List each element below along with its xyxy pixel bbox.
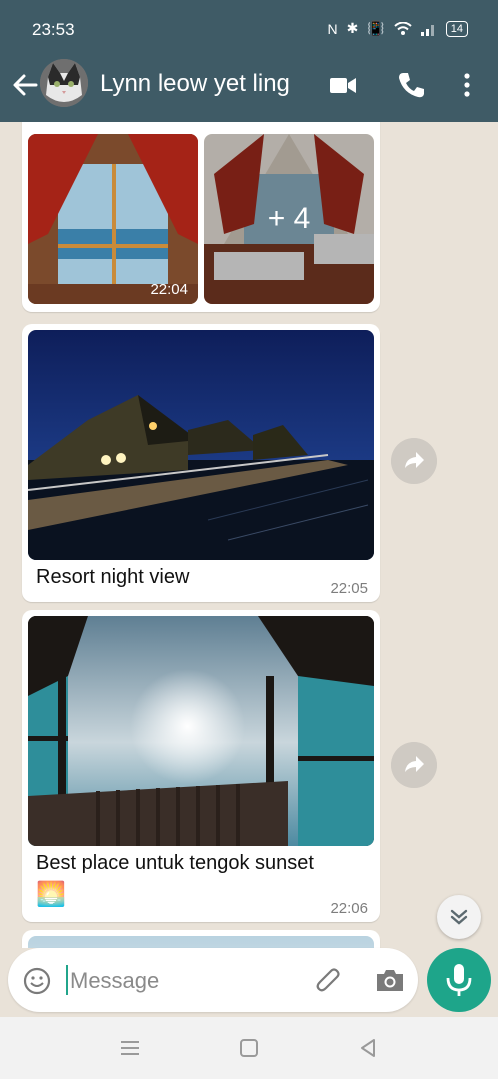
- sunset-emoji: 🌅: [36, 881, 66, 908]
- message-composer: [8, 948, 418, 1012]
- contact-name[interactable]: Lynn leow yet ling: [100, 70, 290, 98]
- album-photo[interactable]: 22:04: [28, 134, 198, 304]
- attach-icon[interactable]: [314, 966, 344, 996]
- avatar[interactable]: [40, 59, 88, 107]
- message-photo[interactable]: [28, 616, 374, 846]
- microphone-icon: [446, 964, 472, 996]
- home-nav-icon[interactable]: [238, 1037, 260, 1059]
- camera-icon[interactable]: [374, 965, 406, 995]
- message-caption: Best place untuk tengok sunset: [36, 852, 314, 874]
- vibrate-icon: 📳: [367, 20, 385, 36]
- video-call-icon[interactable]: [328, 70, 358, 100]
- message-time: 22:05: [330, 580, 368, 597]
- wifi-icon: [394, 21, 412, 35]
- message-photo[interactable]: [28, 330, 374, 560]
- message-input[interactable]: [68, 962, 302, 1000]
- emoji-icon[interactable]: [22, 966, 52, 996]
- image-message[interactable]: Resort night view 22:05: [22, 324, 380, 602]
- forward-icon[interactable]: [391, 438, 437, 484]
- image-message[interactable]: Best place untuk tengok sunset 🌅 22:06: [22, 610, 380, 922]
- bluetooth-icon: ✱: [346, 20, 359, 36]
- image-message[interactable]: [22, 930, 380, 948]
- scroll-to-bottom-button[interactable]: [437, 895, 481, 939]
- chat-area[interactable]: 22:04 + 4 Resort night view 22:05 Best p…: [0, 122, 498, 948]
- status-time: 23:53: [32, 20, 75, 39]
- status-bar: 23:53 N ✱ 📳 14: [0, 0, 498, 56]
- message-caption: Resort night view: [36, 566, 190, 588]
- message-time: 22:04: [150, 281, 188, 298]
- album-photo[interactable]: + 4: [204, 134, 374, 304]
- status-icons: N ✱ 📳 14: [327, 20, 468, 37]
- message-time: 22:06: [330, 900, 368, 917]
- voice-call-icon[interactable]: [396, 70, 426, 100]
- more-photos-overlay[interactable]: + 4: [204, 134, 374, 304]
- chat-header: Lynn leow yet ling: [0, 56, 498, 122]
- menu-nav-icon[interactable]: [119, 1037, 141, 1059]
- album-message[interactable]: 22:04 + 4: [22, 122, 380, 312]
- more-options-icon[interactable]: [452, 70, 482, 100]
- signal-icon: [420, 24, 434, 36]
- battery-indicator: 14: [445, 20, 468, 37]
- nfc-icon: N: [327, 20, 338, 37]
- double-chevron-down-icon: [450, 909, 468, 925]
- back-arrow-icon[interactable]: [10, 70, 40, 100]
- message-photo[interactable]: [28, 936, 374, 948]
- back-nav-icon[interactable]: [357, 1037, 379, 1059]
- system-nav-bar: [0, 1017, 498, 1079]
- forward-icon[interactable]: [391, 742, 437, 788]
- voice-message-button[interactable]: [427, 948, 491, 1012]
